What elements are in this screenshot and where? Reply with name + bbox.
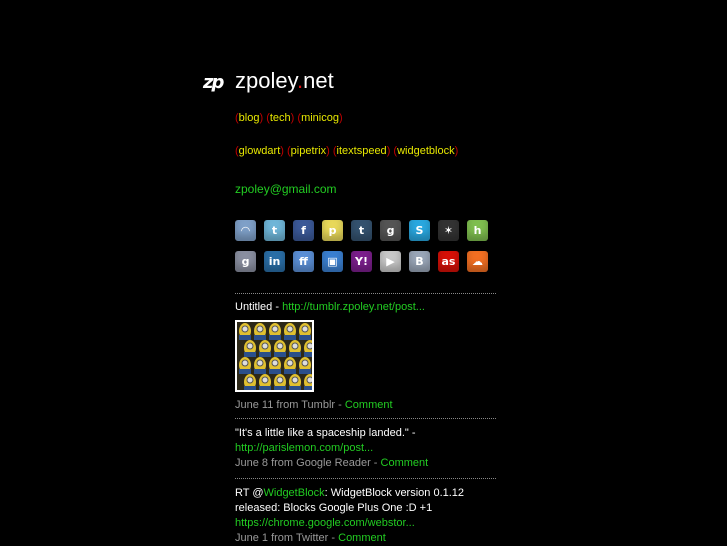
feed-item-meta: June 11 from Tumblr - Comment <box>235 399 393 411</box>
soundcloud-icon[interactable]: ☁ <box>467 251 488 272</box>
site-logo: zp <box>203 72 224 93</box>
youtube-icon[interactable]: ▶ <box>380 251 401 272</box>
yahoo-icon[interactable]: Y! <box>351 251 372 272</box>
nav-link-itextspeed[interactable]: itextspeed <box>337 145 387 157</box>
friendfeed-icon[interactable]: ff <box>293 251 314 272</box>
email-link[interactable]: zpoley@gmail.com <box>235 181 337 197</box>
site-title-name: zpoley <box>235 68 297 93</box>
feed-item-twitter: RT @WidgetBlock: WidgetBlock version 0.1… <box>235 487 465 544</box>
nav-row-sections: (blog) (tech) (minicog) <box>235 112 343 124</box>
nav-link-blog[interactable]: blog <box>239 112 260 124</box>
feed-item-link[interactable]: https://chrome.google.com/webstor... <box>235 517 415 529</box>
comment-link[interactable]: Comment <box>381 457 429 469</box>
feed-item-google-reader: "It's a little like a spaceship landed."… <box>235 427 429 469</box>
comment-link[interactable]: Comment <box>338 532 386 544</box>
rss-icon[interactable]: ◠ <box>235 220 256 241</box>
nav-link-pipetrix[interactable]: pipetrix <box>291 145 326 157</box>
twitter-icon[interactable]: t <box>264 220 285 241</box>
site-title-tld: net <box>303 68 334 93</box>
feed-item-thumbnail[interactable] <box>235 320 314 392</box>
feed-item-title: Untitled <box>235 301 273 313</box>
nav-link-widgetblock[interactable]: widgetblock <box>397 145 454 157</box>
divider <box>235 478 496 479</box>
tumblr-icon[interactable]: t <box>351 220 372 241</box>
delicious-icon[interactable]: ▣ <box>322 251 343 272</box>
feed-item-link[interactable]: http://parislemon.com/post... <box>235 442 373 454</box>
mention-link[interactable]: WidgetBlock <box>264 487 325 499</box>
lastfm-icon[interactable]: as <box>438 251 459 272</box>
blogger-icon[interactable]: B <box>409 251 430 272</box>
site-title: zpoley.net <box>235 67 334 95</box>
social-icons-row-1: ◠ t f p t g S ✶ h <box>235 220 496 241</box>
goodreads-icon[interactable]: g <box>380 220 401 241</box>
divider <box>235 293 496 294</box>
nav-link-tech[interactable]: tech <box>270 112 291 124</box>
social-icons-row-2: g in ff ▣ Y! ▶ Bas ☁ <box>235 251 496 272</box>
feed-item-quote: "It's a little like a spaceship landed." <box>235 427 409 439</box>
facebook-icon[interactable]: f <box>293 220 314 241</box>
feed-item-link[interactable]: http://tumblr.zpoley.net/post... <box>282 301 425 313</box>
google-icon[interactable]: g <box>235 251 256 272</box>
nav-link-glowdart[interactable]: glowdart <box>239 145 281 157</box>
nav-link-minicog[interactable]: minicog <box>301 112 339 124</box>
linkedin-icon[interactable]: in <box>264 251 285 272</box>
comment-link[interactable]: Comment <box>345 399 393 411</box>
picasa-icon[interactable]: ✶ <box>438 220 459 241</box>
posterous-icon[interactable]: p <box>322 220 343 241</box>
divider <box>235 418 496 419</box>
skype-icon[interactable]: S <box>409 220 430 241</box>
feed-item-tumblr: Untitled - http://tumblr.zpoley.net/post… <box>235 301 425 313</box>
hunch-icon[interactable]: h <box>467 220 488 241</box>
nav-row-projects: (glowdart) (pipetrix) (itextspeed) (widg… <box>235 145 459 157</box>
